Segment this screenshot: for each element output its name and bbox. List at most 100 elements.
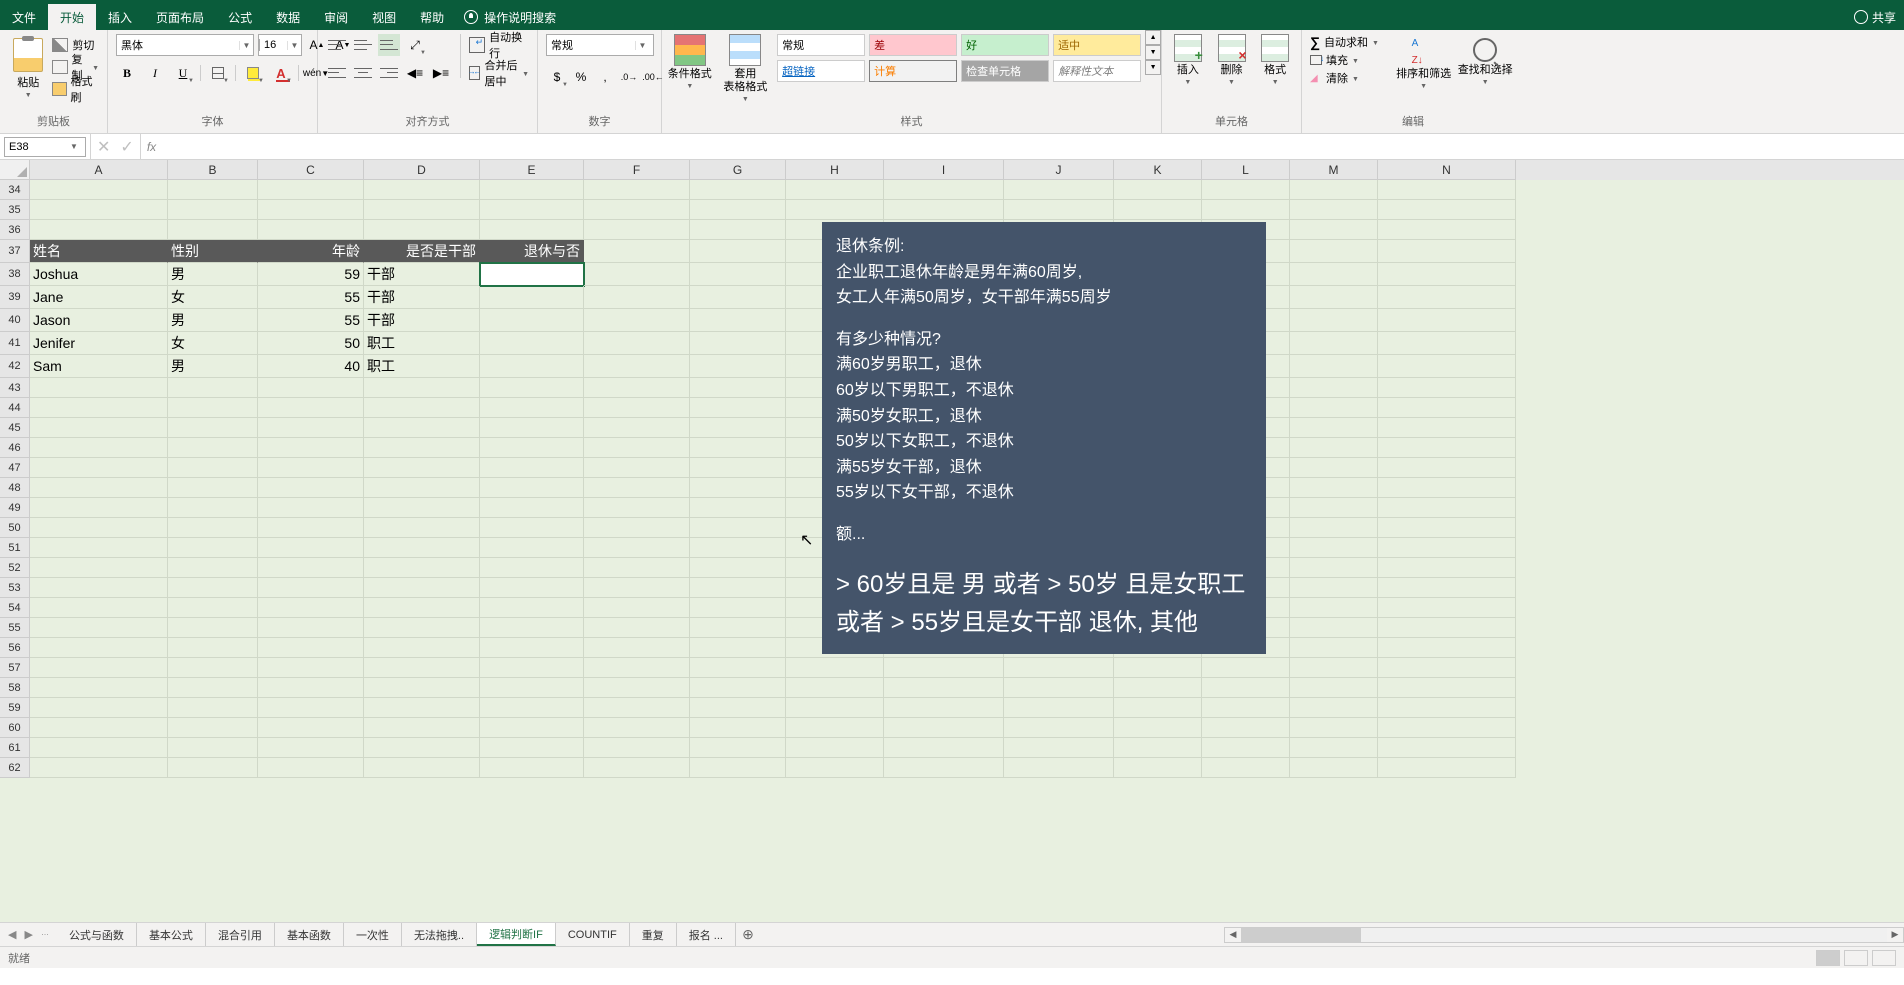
cell[interactable] xyxy=(168,638,258,658)
normal-view-button[interactable] xyxy=(1816,950,1840,966)
cell[interactable] xyxy=(480,398,584,418)
row-header[interactable]: 52 xyxy=(0,558,30,578)
style-check-cell[interactable]: 检查单元格 xyxy=(961,60,1049,82)
cell[interactable] xyxy=(1378,558,1516,578)
cell-styles-gallery[interactable]: 常规 差 好 适中 超链接 计算 检查单元格 解释性文本 xyxy=(777,34,1141,82)
cell[interactable] xyxy=(258,738,364,758)
cell[interactable] xyxy=(168,200,258,220)
cell[interactable] xyxy=(690,558,786,578)
cell[interactable] xyxy=(584,418,690,438)
cell[interactable] xyxy=(364,558,480,578)
row-header[interactable]: 57 xyxy=(0,658,30,678)
gallery-more-button[interactable]: ▼ xyxy=(1145,60,1161,75)
cell[interactable] xyxy=(584,598,690,618)
cell[interactable] xyxy=(258,200,364,220)
cell[interactable] xyxy=(1378,309,1516,332)
cell[interactable] xyxy=(364,438,480,458)
share-button[interactable]: 共享 xyxy=(1854,9,1896,26)
cell[interactable] xyxy=(584,558,690,578)
row-header[interactable]: 48 xyxy=(0,478,30,498)
column-header[interactable]: N xyxy=(1378,160,1516,180)
cell[interactable] xyxy=(168,220,258,240)
cell[interactable] xyxy=(1378,598,1516,618)
cell[interactable] xyxy=(1290,618,1378,638)
row-header[interactable]: 49 xyxy=(0,498,30,518)
cell[interactable] xyxy=(258,578,364,598)
cell[interactable] xyxy=(480,478,584,498)
font-name-combo[interactable]: 黑体▼ xyxy=(116,34,254,56)
cell[interactable] xyxy=(30,200,168,220)
cell[interactable] xyxy=(584,678,690,698)
cell[interactable] xyxy=(884,718,1004,738)
cell[interactable] xyxy=(786,758,884,778)
cell[interactable] xyxy=(584,220,690,240)
row-header[interactable]: 40 xyxy=(0,309,30,332)
cell[interactable] xyxy=(1378,263,1516,286)
font-size-combo[interactable]: 16▼ xyxy=(258,34,302,56)
cell[interactable] xyxy=(168,438,258,458)
cell[interactable] xyxy=(1378,418,1516,438)
cell[interactable] xyxy=(480,618,584,638)
underline-button[interactable]: U▼ xyxy=(172,62,194,84)
page-break-view-button[interactable] xyxy=(1872,950,1896,966)
column-header[interactable]: C xyxy=(258,160,364,180)
cell[interactable] xyxy=(30,638,168,658)
align-center-button[interactable] xyxy=(352,62,374,84)
number-format-combo[interactable]: 常规▼ xyxy=(546,34,654,56)
cell[interactable] xyxy=(480,309,584,332)
align-middle-button[interactable] xyxy=(352,34,374,56)
cell[interactable]: 40 xyxy=(258,355,364,378)
cell[interactable] xyxy=(584,240,690,263)
cell[interactable] xyxy=(690,738,786,758)
cell[interactable]: 女 xyxy=(168,332,258,355)
sheet-tab[interactable]: 基本公式 xyxy=(137,923,206,946)
cell[interactable] xyxy=(30,418,168,438)
cell[interactable] xyxy=(786,180,884,200)
cell[interactable] xyxy=(258,598,364,618)
cell[interactable] xyxy=(364,738,480,758)
cell[interactable]: 姓名 xyxy=(30,240,168,263)
cancel-formula-button[interactable]: ✕ xyxy=(97,137,110,157)
cell[interactable] xyxy=(1114,758,1202,778)
clear-button[interactable]: 清除▼ xyxy=(1310,70,1393,86)
increase-indent-button[interactable]: ▶≡ xyxy=(430,62,452,84)
cell[interactable] xyxy=(168,418,258,438)
row-header[interactable]: 46 xyxy=(0,438,30,458)
cell[interactable] xyxy=(480,498,584,518)
sheet-tab[interactable]: 无法拖拽.. xyxy=(402,923,477,946)
cell[interactable] xyxy=(30,578,168,598)
cell[interactable] xyxy=(480,698,584,718)
fill-color-button[interactable]: ▼ xyxy=(242,62,264,84)
cell[interactable] xyxy=(168,758,258,778)
cell[interactable] xyxy=(258,718,364,738)
row-header[interactable]: 45 xyxy=(0,418,30,438)
cell[interactable] xyxy=(258,398,364,418)
font-color-button[interactable]: A▼ xyxy=(270,62,292,84)
cell[interactable] xyxy=(1290,240,1378,263)
align-top-button[interactable] xyxy=(326,34,348,56)
cell[interactable] xyxy=(1202,200,1290,220)
column-header[interactable]: A xyxy=(30,160,168,180)
cell[interactable] xyxy=(584,718,690,738)
cell[interactable] xyxy=(584,638,690,658)
menu-layout[interactable]: 页面布局 xyxy=(144,4,216,30)
cell[interactable] xyxy=(690,398,786,418)
cell[interactable]: 50 xyxy=(258,332,364,355)
cell[interactable] xyxy=(1202,718,1290,738)
cell[interactable] xyxy=(30,658,168,678)
cell[interactable] xyxy=(1290,378,1378,398)
increase-font-button[interactable]: A▲ xyxy=(306,34,328,56)
cell[interactable] xyxy=(364,180,480,200)
enter-formula-button[interactable]: ✓ xyxy=(120,137,133,157)
cell[interactable] xyxy=(786,718,884,738)
cell[interactable] xyxy=(584,180,690,200)
cell[interactable]: Sam xyxy=(30,355,168,378)
cell[interactable] xyxy=(168,578,258,598)
cell[interactable] xyxy=(786,698,884,718)
cell[interactable] xyxy=(1290,738,1378,758)
cell[interactable] xyxy=(480,738,584,758)
cell[interactable] xyxy=(30,738,168,758)
cell[interactable] xyxy=(168,378,258,398)
cell[interactable] xyxy=(1378,538,1516,558)
cell[interactable] xyxy=(690,220,786,240)
